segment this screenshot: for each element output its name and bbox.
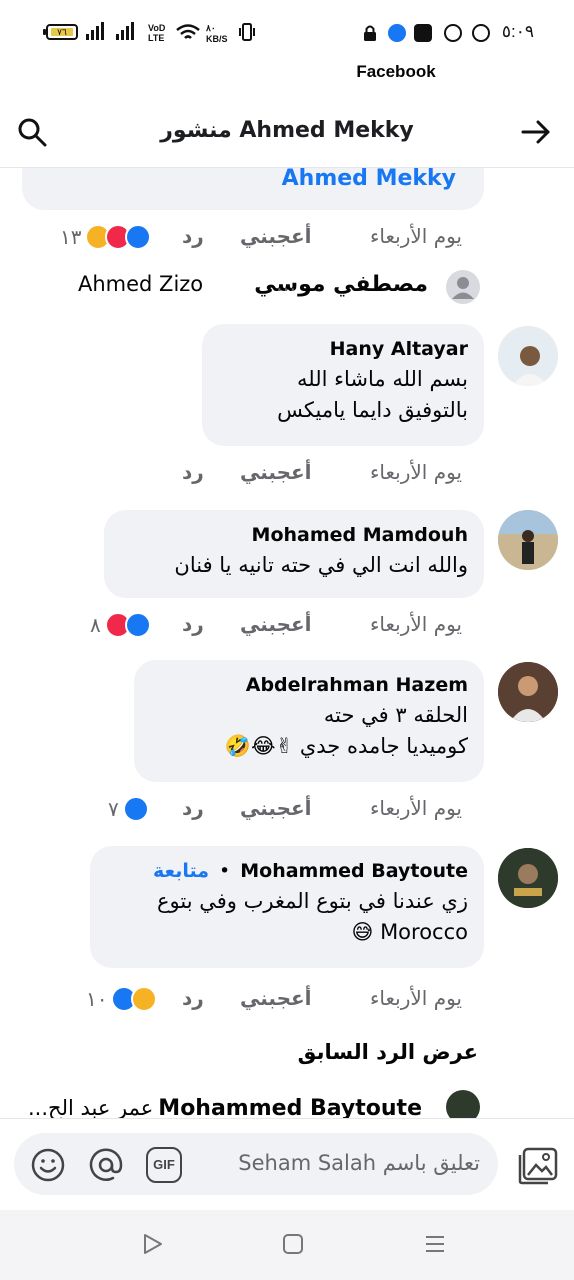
status-bar: ٧٦ VoD LTE ٨٠ KB/S ٥:٠٩ Facebook — [0, 0, 574, 81]
battery-icon: ٧٦ — [43, 24, 78, 40]
like-button[interactable]: أعجبني — [240, 796, 312, 820]
reply-preview[interactable]: مصطفي موسي ... Ahmed Zizo — [74, 270, 484, 310]
emoji-icon[interactable] — [30, 1147, 66, 1183]
back-arrow-icon[interactable] — [520, 116, 552, 148]
screen: ٧٦ VoD LTE ٨٠ KB/S ٥:٠٩ Facebook Ahmed M… — [0, 0, 574, 1280]
gif-button[interactable]: GIF — [146, 1147, 182, 1183]
carrier-tag-1: VoD — [148, 23, 166, 33]
gallery-notification-icon — [414, 24, 432, 42]
like-reaction-icon — [122, 796, 149, 822]
battery-level: ٧٦ — [51, 28, 73, 37]
reaction-count: ٧ — [108, 797, 119, 821]
reply-ellipsis: ... — [275, 272, 296, 296]
comment-actions: يوم الأربعاء أعجبني رد — [40, 458, 470, 490]
lock-icon — [364, 25, 376, 41]
search-icon[interactable] — [16, 116, 48, 148]
reaction-summary[interactable]: ٨ — [84, 612, 151, 638]
network-speed-value: ٨٠ — [206, 23, 216, 33]
default-avatar-icon — [446, 270, 480, 304]
comment-input[interactable]: GIF تعليق باسم Seham Salah — [14, 1133, 498, 1195]
mention-icon[interactable] — [88, 1147, 124, 1183]
carrier-tag-2: LTE — [148, 33, 165, 43]
reaction-count: ١٣ — [60, 225, 82, 249]
avatar[interactable] — [498, 326, 558, 386]
comment-text-line-1: الحلقه ٣ في حته — [323, 703, 468, 727]
comment-text-line-1: بسم الله ماشاء الله — [297, 367, 468, 391]
comment-bubble[interactable]: Mohammed Baytoute • متابعة زي عندنا في ب… — [90, 846, 484, 968]
separator-dot: • — [219, 860, 231, 882]
signal-icon-2 — [116, 22, 134, 40]
comment-header: Mohammed Baytoute • متابعة — [106, 860, 468, 882]
home-nav-icon[interactable] — [281, 1232, 305, 1256]
whatsapp-notification-icon — [444, 24, 462, 42]
comment-author[interactable]: Mohammed Baytoute — [240, 860, 468, 882]
app-name: Facebook — [356, 62, 436, 81]
avatar[interactable] — [498, 510, 558, 570]
comment-time[interactable]: يوم الأربعاء — [370, 460, 462, 484]
reply-button[interactable]: رد — [182, 612, 204, 636]
comment-actions: يوم الأربعاء أعجبني رد ٨ — [40, 610, 470, 642]
comment-placeholder: تعليق باسم Seham Salah — [238, 1151, 480, 1175]
like-reaction-icon — [124, 612, 151, 638]
like-button[interactable]: أعجبني — [240, 460, 312, 484]
reaction-summary[interactable]: ٧ — [102, 796, 149, 822]
avatar[interactable] — [498, 848, 558, 908]
avatar[interactable] — [498, 662, 558, 722]
comment-time[interactable]: يوم الأربعاء — [370, 796, 462, 820]
comment-text-line-1: زي عندنا في بتوع المغرب وفي بتوع — [157, 889, 468, 913]
photo-icon[interactable] — [518, 1147, 558, 1185]
reply-mention: عمر عبد الح... — [28, 1096, 154, 1120]
like-reaction-icon — [125, 224, 152, 250]
reply-button[interactable]: رد — [182, 460, 204, 484]
reaction-count: ٨ — [90, 613, 101, 637]
comment-author[interactable]: Mohamed Mamdouh — [120, 524, 468, 546]
network-speed-unit: KB/S — [206, 34, 228, 44]
comment-actions: يوم الأربعاء أعجبني رد ٧ — [40, 794, 470, 826]
reply-button[interactable]: رد — [182, 796, 204, 820]
reply-button[interactable]: رد — [182, 224, 204, 248]
status-clock: ٥:٠٩ — [501, 22, 534, 41]
comment-composer: GIF تعليق باسم Seham Salah — [0, 1118, 574, 1210]
comment-text-line-2: بالتوفيق دايما ياميكس — [277, 398, 468, 422]
comment-time[interactable]: يوم الأربعاء — [370, 224, 462, 248]
system-navigation-bar — [0, 1210, 574, 1280]
reaction-summary[interactable]: ١٠ — [80, 986, 158, 1012]
comment-author[interactable]: Abdelrahman Hazem — [150, 674, 468, 696]
haha-reaction-icon — [131, 986, 158, 1012]
comment-text-line-2: كوميديا جامده جدي ✌😂🤣 — [224, 734, 468, 758]
like-button[interactable]: أعجبني — [240, 612, 312, 636]
post-header-overlay: منشور Ahmed Mekky — [0, 100, 574, 168]
reaction-count: ١٠ — [86, 987, 108, 1011]
reply-mention: Ahmed Zizo — [78, 272, 204, 296]
comment-text-line-1: والله انت الي في حته تانيه يا فنان — [174, 553, 468, 577]
comment-time[interactable]: يوم الأربعاء — [370, 986, 462, 1010]
comment-text-line-2: Morocco 😅 — [351, 920, 468, 944]
like-button[interactable]: أعجبني — [240, 986, 312, 1010]
wifi-icon — [176, 24, 200, 39]
link-text[interactable]: Ahmed Mekky — [38, 166, 468, 191]
recents-nav-icon[interactable] — [423, 1232, 447, 1256]
view-previous-reply-link[interactable]: عرض الرد السابق — [298, 1040, 478, 1064]
comment-time[interactable]: يوم الأربعاء — [370, 612, 462, 636]
like-button[interactable]: أعجبني — [240, 224, 312, 248]
reaction-summary[interactable]: ١٣ — [54, 224, 152, 250]
comment-bubble[interactable]: Abdelrahman Hazem الحلقه ٣ في حته كوميدي… — [134, 660, 484, 782]
signal-icon — [86, 22, 104, 40]
comment-bubble[interactable]: Mohamed Mamdouh والله انت الي في حته تان… — [104, 510, 484, 598]
whatsapp-notification-icon-2 — [472, 24, 490, 42]
comment-actions: يوم الأربعاء أعجبني رد ١٠ — [40, 984, 470, 1016]
vibrate-icon — [239, 23, 255, 41]
reply-button[interactable]: رد — [182, 986, 204, 1010]
messenger-notification-icon — [388, 24, 406, 42]
follow-button[interactable]: متابعة — [153, 860, 209, 882]
page-title: منشور Ahmed Mekky — [160, 118, 414, 143]
back-nav-icon[interactable] — [140, 1232, 164, 1256]
comment-actions: يوم الأربعاء أعجبني رد ١٣ — [40, 222, 470, 254]
comment-bubble[interactable]: Hany Altayar بسم الله ماشاء الله بالتوفي… — [202, 324, 484, 446]
comment-author[interactable]: Hany Altayar — [218, 338, 468, 360]
